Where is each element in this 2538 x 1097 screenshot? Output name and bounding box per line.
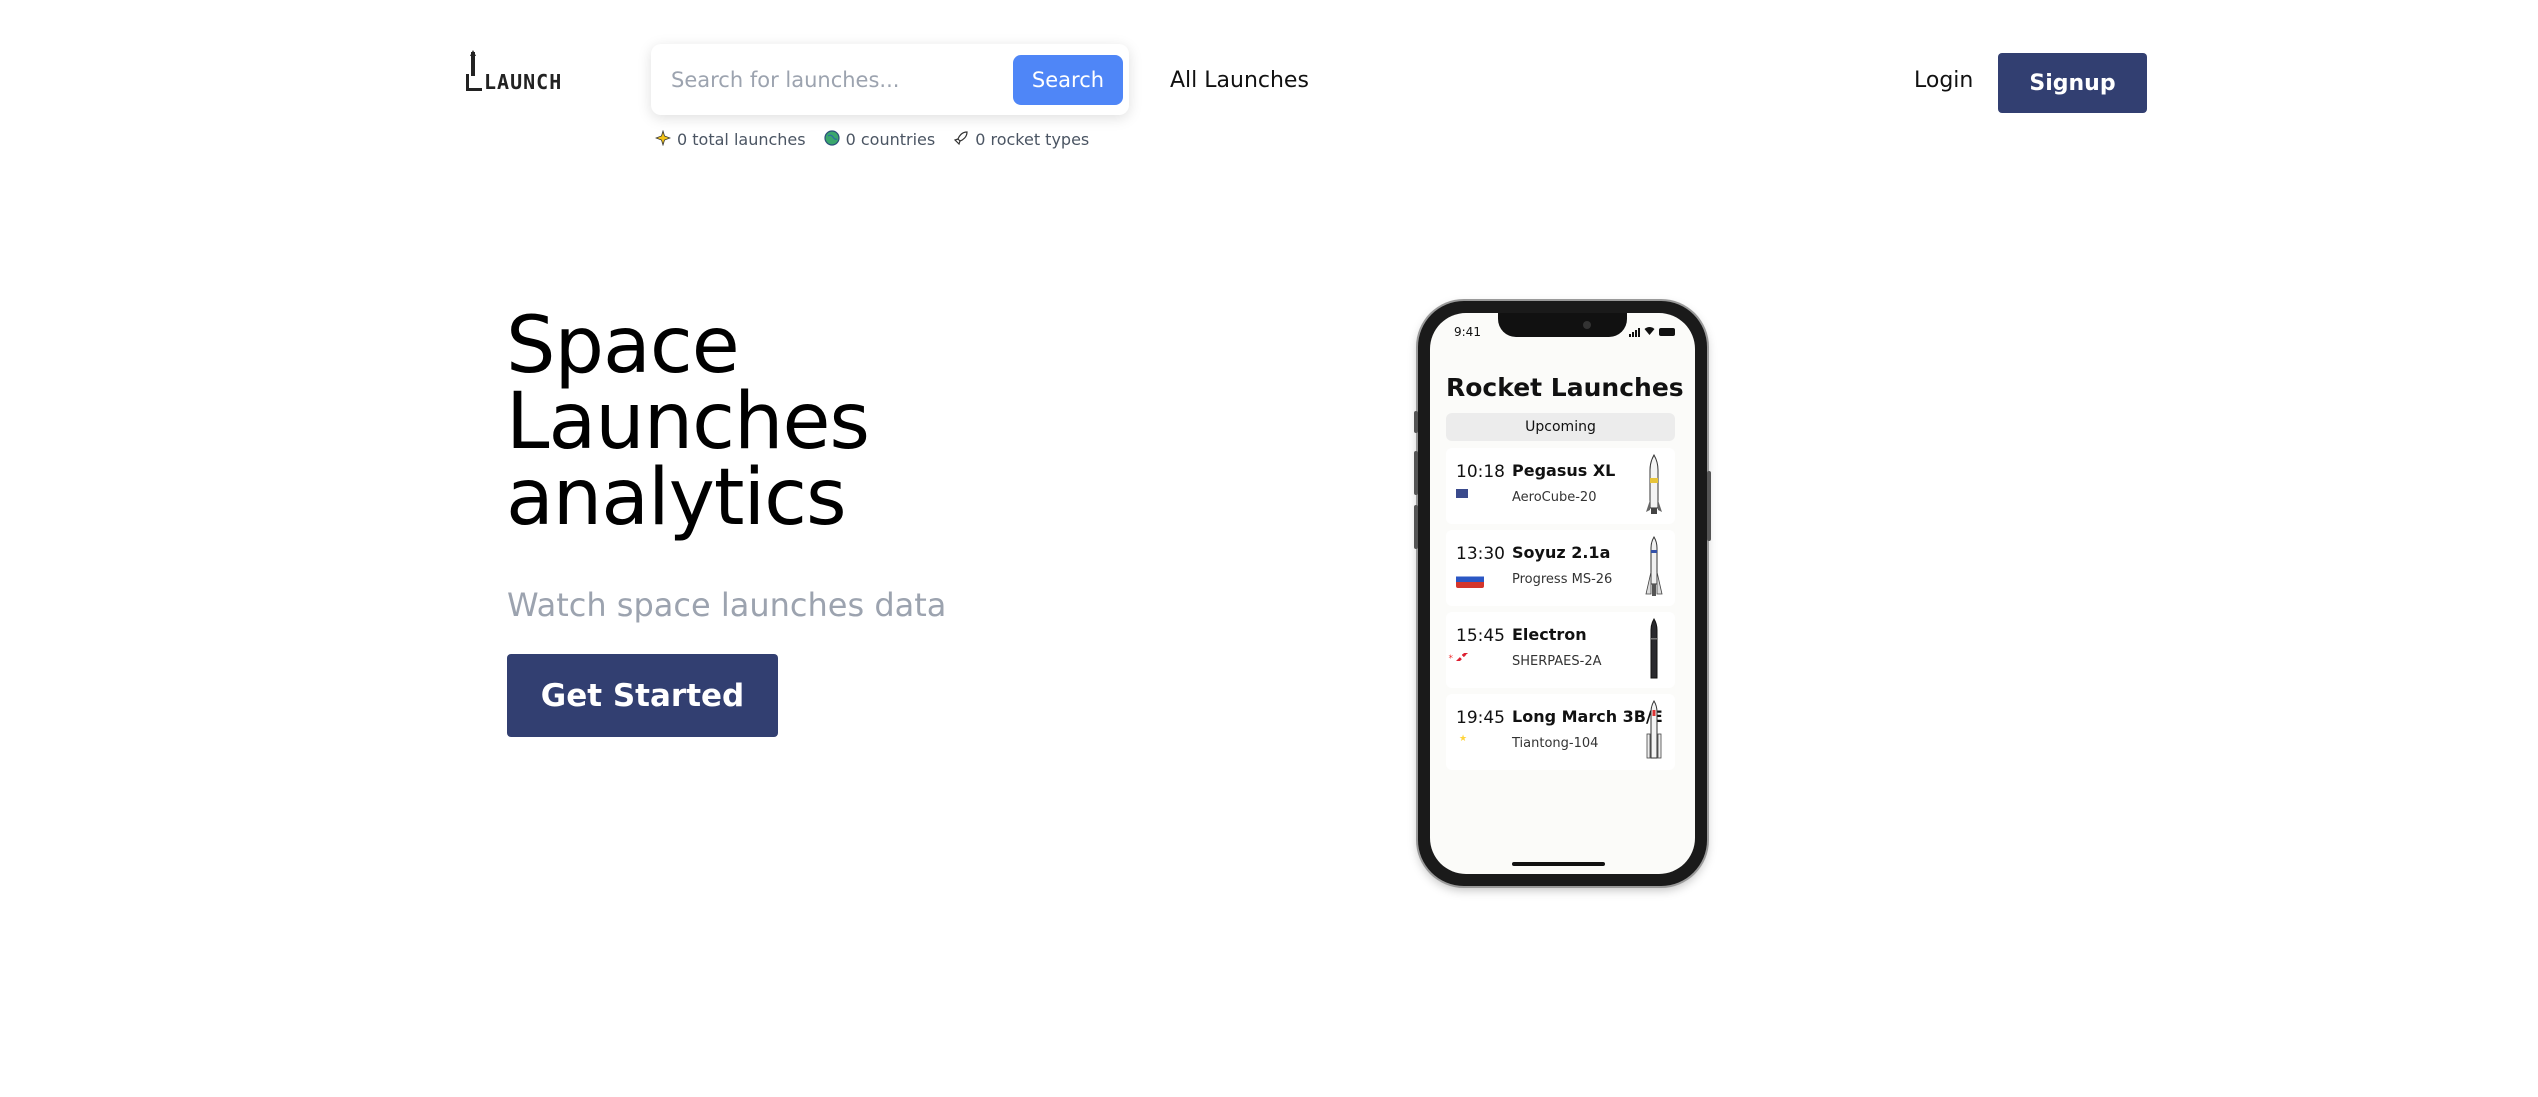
home-indicator — [1512, 862, 1605, 866]
launch-payload: SHERPAES-2A — [1512, 654, 1602, 669]
rocket-icon — [1646, 454, 1662, 514]
list-item[interactable]: 19:45 Long March 3B/E Tiantong-104 — [1446, 694, 1675, 770]
landing-page: LAUNCH Search 0 total launches 0 countri… — [0, 0, 2538, 1097]
launch-list: 10:18 Pegasus XL AeroCube-20 13:30 Soyuz… — [1446, 448, 1675, 776]
stat-rocket-types-text: 0 rocket types — [975, 130, 1090, 149]
logo-text: LAUNCH — [484, 70, 563, 94]
search-bar: Search — [651, 44, 1129, 115]
list-item[interactable]: 10:18 Pegasus XL AeroCube-20 — [1446, 448, 1675, 524]
hero-title: Space Launches analytics — [506, 307, 1066, 537]
signup-button[interactable]: Signup — [1998, 53, 2147, 113]
launch-rocket-name: Soyuz 2.1a — [1512, 543, 1611, 562]
phone-volume-up — [1414, 451, 1418, 495]
stat-countries: 0 countries — [823, 130, 936, 149]
search-button[interactable]: Search — [1013, 54, 1123, 105]
search-input[interactable] — [671, 67, 1013, 92]
camera-icon — [1583, 321, 1591, 329]
battery-icon — [1659, 328, 1675, 336]
launch-time: 13:30 — [1456, 544, 1505, 564]
launch-time: 19:45 — [1456, 708, 1505, 728]
stat-total-launches-text: 0 total launches — [677, 130, 806, 149]
launch-time: 15:45 — [1456, 626, 1505, 646]
launch-payload: AeroCube-20 — [1512, 490, 1597, 505]
sparkle-rocket-icon — [654, 129, 672, 149]
phone-screen: 9:41 Rocket Launches Upcoming 10:18 Pega… — [1430, 313, 1695, 874]
wifi-icon — [1644, 326, 1655, 338]
russia-flag-icon — [1456, 571, 1484, 588]
stat-total-launches: 0 total launches — [654, 129, 806, 149]
nav-all-launches[interactable]: All Launches — [1170, 68, 1309, 93]
launch-rocket-name: Long March 3B/E — [1512, 707, 1663, 726]
globe-icon — [823, 130, 840, 149]
launch-rocket-name: Pegasus XL — [1512, 461, 1616, 480]
launch-payload: Progress MS-26 — [1512, 572, 1613, 587]
get-started-button[interactable]: Get Started — [507, 654, 778, 737]
launch-rocket-name: Electron — [1512, 625, 1587, 644]
stat-rocket-types: 0 rocket types — [953, 130, 1089, 149]
login-link[interactable]: Login — [1914, 68, 1973, 93]
phone-mute-switch — [1414, 411, 1418, 433]
list-item[interactable]: 15:45 Electron SHERPAES-2A — [1446, 612, 1675, 688]
tab-upcoming[interactable]: Upcoming — [1446, 413, 1675, 441]
hero-subtitle: Watch space launches data — [507, 586, 947, 624]
rocket-icon — [1645, 536, 1663, 596]
phone-mockup: 9:41 Rocket Launches Upcoming 10:18 Pega… — [1414, 301, 1711, 886]
rocket-icon — [1650, 618, 1658, 679]
phone-volume-down — [1414, 505, 1418, 549]
rocket-icon — [1646, 700, 1662, 759]
logo[interactable]: LAUNCH — [464, 50, 562, 92]
status-bar-time: 9:41 — [1454, 325, 1481, 339]
launch-stats: 0 total launches 0 countries 0 rocket ty… — [654, 129, 1089, 149]
hero-title-line: analytics — [506, 453, 847, 543]
launch-time: 10:18 — [1456, 462, 1505, 482]
stat-countries-text: 0 countries — [845, 130, 936, 149]
phone-power-button — [1707, 471, 1711, 541]
launch-payload: Tiantong-104 — [1512, 736, 1599, 751]
signal-icon — [1629, 327, 1640, 337]
rocket-icon — [953, 130, 969, 149]
phone-notch — [1498, 313, 1627, 337]
status-bar-icons — [1629, 326, 1675, 338]
logo-rocket-icon — [466, 50, 482, 91]
app-title: Rocket Launches — [1446, 373, 1684, 402]
list-item[interactable]: 13:30 Soyuz 2.1a Progress MS-26 — [1446, 530, 1675, 606]
